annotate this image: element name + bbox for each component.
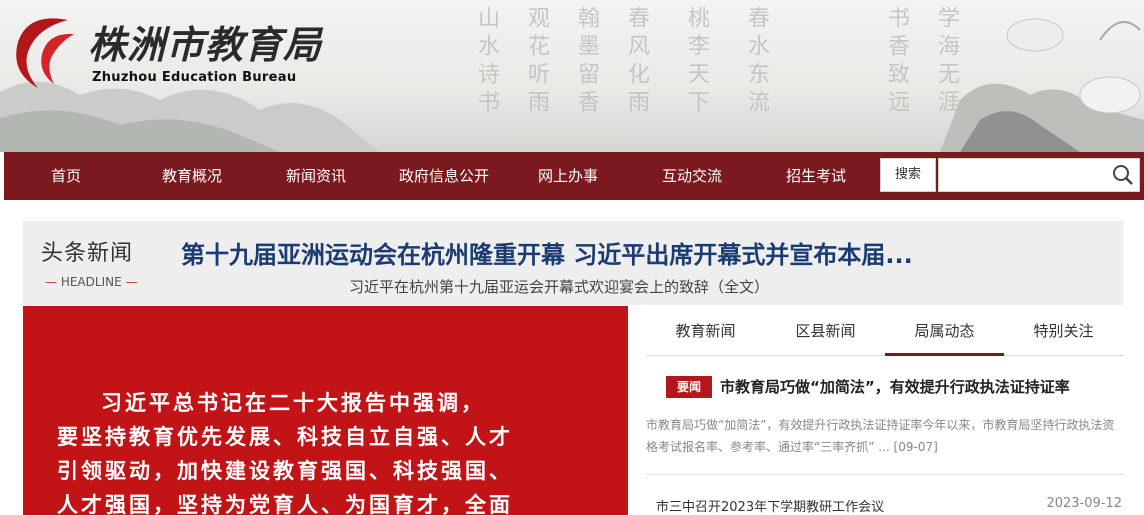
banner-calligraphy: 春风化雨 <box>624 6 649 118</box>
banner-calligraphy: 桃李天下 <box>684 6 709 118</box>
feature-image-text: 习近平总书记在二十大报告中强调， 要坚持教育优先发展、科技自立自强、人才 引领驱… <box>57 386 617 515</box>
news-tabs: 教育新闻 区县新闻 局属动态 特别关注 <box>646 310 1124 356</box>
tab-district-news[interactable]: 区县新闻 <box>766 310 885 356</box>
logo-icon[interactable] <box>8 12 84 92</box>
headline-label-cn: 头条新闻 <box>41 241 134 266</box>
feature-image-line: 习近平总书记在二十大报告中强调， <box>101 390 485 415</box>
headline-subtitle[interactable]: 习近平在杭州第十九届亚运会开幕式欢迎宴会上的致辞（全文） <box>349 276 769 297</box>
featured-news-more[interactable]: ... <box>878 440 889 454</box>
nav-item-overview[interactable]: 教育概况 <box>144 152 240 200</box>
banner-calligraphy: 翰墨留香 <box>574 6 599 118</box>
featured-news-desc: 市教育局巧做“加简法”，有效提升行政执法证持证率今年以来，市教育局坚持行政执法资… <box>646 414 1120 458</box>
header-banner: 山水诗书 观花听雨 翰墨留香 春风化雨 桃李天下 春水东流 书香致远 学海无涯 … <box>0 0 1144 152</box>
nav-item-admission[interactable]: 招生考试 <box>768 152 864 200</box>
main-nav: 首页 教育概况 新闻资讯 政府信息公开 网上办事 互动交流 招生考试 搜索 <box>4 152 1144 200</box>
logo-subtitle: Zhuzhou Education Bureau <box>92 70 297 85</box>
search-input[interactable] <box>938 158 1140 192</box>
search-icon[interactable] <box>1112 164 1134 186</box>
banner-calligraphy: 春水东流 <box>744 6 769 118</box>
headline-label-en: — HEADLINE — <box>45 275 138 289</box>
banner-calligraphy: 学海无涯 <box>934 6 959 118</box>
nav-item-news[interactable]: 新闻资讯 <box>268 152 364 200</box>
headline-label: 头条新闻 — HEADLINE — <box>23 221 161 305</box>
headline-section: 头条新闻 — HEADLINE — 第十九届亚洲运动会在杭州隆重开幕 习近平出席… <box>23 221 1123 305</box>
banner-calligraphy: 书香致远 <box>884 6 909 118</box>
nav-item-home[interactable]: 首页 <box>24 152 108 200</box>
list-item[interactable]: 市三中召开2023年下学期教研工作会议 2023-09-12 <box>646 494 1124 515</box>
banner-calligraphy: 观花听雨 <box>524 6 549 118</box>
logo-title[interactable]: 株洲市教育局 <box>88 14 322 69</box>
news-item-title[interactable]: 市三中召开2023年下学期教研工作会议 <box>656 496 884 515</box>
important-badge: 要闻 <box>666 376 712 398</box>
nav-item-online-service[interactable]: 网上办事 <box>520 152 616 200</box>
feature-image-line: 引领驱动，加快建设教育强国、科技强国、 <box>57 458 513 483</box>
tab-bureau-updates[interactable]: 局属动态 <box>885 310 1004 356</box>
headline-title[interactable]: 第十九届亚洲运动会在杭州隆重开幕 习近平出席开幕式并宣布本届... <box>181 235 913 270</box>
nav-item-gov-info[interactable]: 政府信息公开 <box>384 152 504 200</box>
tab-education-news[interactable]: 教育新闻 <box>646 310 765 356</box>
feature-image-line: 人才强国，坚持为党育人、为国育才，全面 <box>57 492 513 515</box>
featured-news-date: [09-07] <box>893 440 938 454</box>
news-item-date: 2023-09-12 <box>1046 496 1122 511</box>
feature-image-line: 要坚持教育优先发展、科技自立自强、人才 <box>57 424 513 449</box>
featured-news-title[interactable]: 市教育局巧做“加简法”，有效提升行政执法证持证率 <box>720 376 1070 397</box>
divider <box>646 474 1124 475</box>
search-label[interactable]: 搜索 <box>880 158 936 192</box>
feature-image-panel[interactable]: 习近平总书记在二十大报告中强调， 要坚持教育优先发展、科技自立自强、人才 引领驱… <box>23 306 628 515</box>
nav-item-interaction[interactable]: 互动交流 <box>644 152 740 200</box>
tab-special-focus[interactable]: 特别关注 <box>1004 310 1123 356</box>
banner-calligraphy: 山水诗书 <box>474 6 499 118</box>
